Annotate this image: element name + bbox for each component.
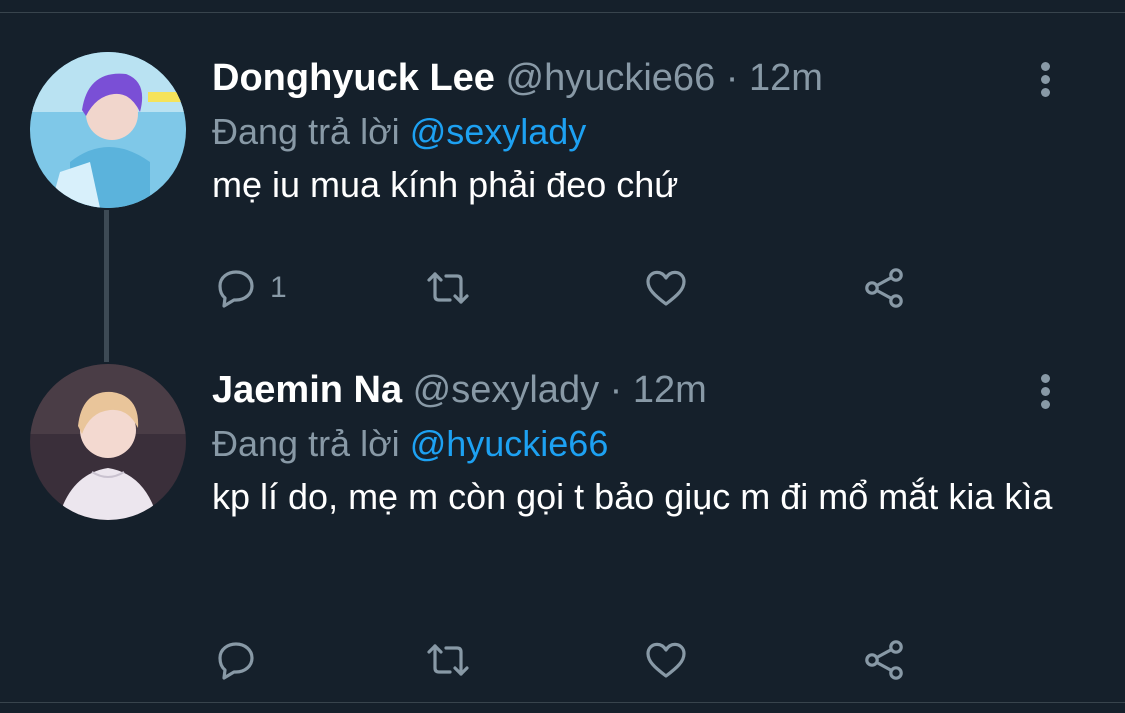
share-icon bbox=[865, 640, 903, 680]
like-button[interactable] bbox=[642, 632, 690, 688]
more-icon[interactable] bbox=[1035, 374, 1055, 414]
mention-link[interactable]: @hyuckie66 bbox=[410, 423, 609, 464]
reply-button[interactable] bbox=[212, 632, 270, 688]
reply-count: 1 bbox=[270, 271, 287, 304]
retweet-icon bbox=[427, 644, 469, 676]
tweet-content: Donghyuck Lee @hyuckie66 · 12m Đang trả … bbox=[212, 50, 1065, 210]
replying-to: Đang trả lời @hyuckie66 bbox=[212, 418, 1065, 470]
retweet-icon bbox=[427, 272, 469, 304]
avatar[interactable] bbox=[30, 364, 186, 520]
reply-button[interactable]: 1 bbox=[212, 260, 287, 316]
separator-dot: · bbox=[609, 369, 623, 411]
tweet-text: kp lí do, mẹ m còn gọi t bảo giục m đi m… bbox=[212, 476, 1053, 517]
like-icon bbox=[646, 642, 686, 678]
more-icon[interactable] bbox=[1035, 62, 1055, 102]
timestamp[interactable]: 12m bbox=[633, 369, 707, 411]
retweet-button[interactable] bbox=[424, 632, 472, 688]
bottom-divider bbox=[0, 702, 1125, 713]
top-divider bbox=[0, 0, 1125, 13]
display-name[interactable]: Jaemin Na bbox=[212, 369, 402, 411]
share-icon bbox=[865, 268, 903, 308]
action-bar bbox=[212, 632, 972, 688]
mention-link[interactable]: @sexylady bbox=[410, 111, 587, 152]
display-name[interactable]: Donghyuck Lee bbox=[212, 57, 495, 99]
username[interactable]: @hyuckie66 bbox=[506, 57, 716, 99]
tweet-header: Donghyuck Lee @hyuckie66 · 12m bbox=[212, 50, 1065, 106]
share-button[interactable] bbox=[860, 632, 908, 688]
tweet-content: Jaemin Na @sexylady · 12m Đang trả lời @… bbox=[212, 362, 1065, 522]
timestamp[interactable]: 12m bbox=[749, 57, 823, 99]
retweet-button[interactable] bbox=[424, 260, 472, 316]
username[interactable]: @sexylady bbox=[413, 369, 599, 411]
action-bar: 1 bbox=[212, 260, 972, 316]
tweet-text: mẹ iu mua kính phải đeo chứ bbox=[212, 164, 679, 205]
replying-to-label: Đang trả lời bbox=[212, 111, 400, 152]
share-button[interactable] bbox=[860, 260, 908, 316]
replying-to-label: Đang trả lời bbox=[212, 423, 400, 464]
like-button[interactable] bbox=[642, 260, 690, 316]
like-icon bbox=[646, 270, 686, 306]
replying-to: Đang trả lời @sexylady bbox=[212, 106, 1065, 158]
thread-connector-line bbox=[104, 210, 109, 362]
separator-dot: · bbox=[725, 57, 739, 99]
tweet-header: Jaemin Na @sexylady · 12m bbox=[212, 362, 1065, 418]
reply-icon bbox=[218, 642, 254, 680]
avatar[interactable] bbox=[30, 52, 186, 208]
reply-icon bbox=[218, 270, 254, 308]
